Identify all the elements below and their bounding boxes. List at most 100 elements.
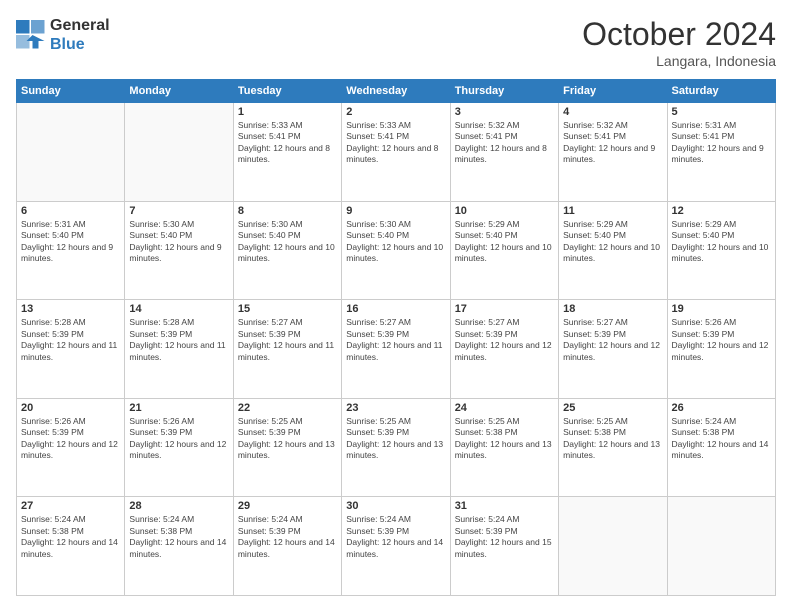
weekday-header-row: SundayMondayTuesdayWednesdayThursdayFrid… xyxy=(17,80,776,103)
calendar-cell: 22 Sunrise: 5:25 AM Sunset: 5:39 PM Dayli… xyxy=(233,398,341,497)
day-info: Sunrise: 5:28 AM Sunset: 5:39 PM Dayligh… xyxy=(21,317,120,363)
calendar-week-4: 20 Sunrise: 5:26 AM Sunset: 5:39 PM Dayli… xyxy=(17,398,776,497)
weekday-header-sunday: Sunday xyxy=(17,80,125,103)
day-number: 27 xyxy=(21,500,120,512)
day-number: 3 xyxy=(455,106,554,118)
day-number: 1 xyxy=(238,106,337,118)
day-info: Sunrise: 5:33 AM Sunset: 5:41 PM Dayligh… xyxy=(238,120,337,166)
logo-icon xyxy=(16,20,46,50)
day-info: Sunrise: 5:33 AM Sunset: 5:41 PM Dayligh… xyxy=(346,120,445,166)
day-info: Sunrise: 5:30 AM Sunset: 5:40 PM Dayligh… xyxy=(346,219,445,265)
day-number: 22 xyxy=(238,402,337,414)
day-info: Sunrise: 5:27 AM Sunset: 5:39 PM Dayligh… xyxy=(563,317,662,363)
month-title: October 2024 xyxy=(582,16,776,53)
calendar-cell: 17 Sunrise: 5:27 AM Sunset: 5:39 PM Dayli… xyxy=(450,300,558,399)
day-info: Sunrise: 5:32 AM Sunset: 5:41 PM Dayligh… xyxy=(455,120,554,166)
day-info: Sunrise: 5:29 AM Sunset: 5:40 PM Dayligh… xyxy=(455,219,554,265)
calendar-cell: 11Sunrise: 5:29 AM Sunset: 5:40 PM Dayli… xyxy=(559,201,667,300)
calendar-cell: 26Sunrise: 5:24 AM Sunset: 5:38 PM Dayli… xyxy=(667,398,775,497)
calendar-cell: 13Sunrise: 5:28 AM Sunset: 5:39 PM Dayli… xyxy=(17,300,125,399)
day-info: Sunrise: 5:28 AM Sunset: 5:39 PM Dayligh… xyxy=(129,317,228,363)
calendar-cell: 21Sunrise: 5:26 AM Sunset: 5:39 PM Dayli… xyxy=(125,398,233,497)
calendar: SundayMondayTuesdayWednesdayThursdayFrid… xyxy=(16,79,776,596)
day-number: 11 xyxy=(563,205,662,217)
day-number: 12 xyxy=(672,205,771,217)
title-block: October 2024 Langara, Indonesia xyxy=(582,16,776,69)
day-info: Sunrise: 5:27 AM Sunset: 5:39 PM Dayligh… xyxy=(455,317,554,363)
calendar-cell: 16 Sunrise: 5:27 AM Sunset: 5:39 PM Dayli… xyxy=(342,300,450,399)
calendar-cell: 25Sunrise: 5:25 AM Sunset: 5:38 PM Dayli… xyxy=(559,398,667,497)
calendar-cell xyxy=(667,497,775,596)
day-number: 29 xyxy=(238,500,337,512)
calendar-cell: 14 Sunrise: 5:28 AM Sunset: 5:39 PM Dayli… xyxy=(125,300,233,399)
day-info: Sunrise: 5:24 AM Sunset: 5:39 PM Dayligh… xyxy=(346,514,445,560)
calendar-cell: 19 Sunrise: 5:26 AM Sunset: 5:39 PM Dayli… xyxy=(667,300,775,399)
day-info: Sunrise: 5:25 AM Sunset: 5:38 PM Dayligh… xyxy=(563,416,662,462)
calendar-cell: 3 Sunrise: 5:32 AM Sunset: 5:41 PM Daylig… xyxy=(450,103,558,202)
calendar-cell: 1 Sunrise: 5:33 AM Sunset: 5:41 PM Daylig… xyxy=(233,103,341,202)
logo-text: General Blue xyxy=(50,16,110,54)
day-info: Sunrise: 5:25 AM Sunset: 5:39 PM Dayligh… xyxy=(238,416,337,462)
page: General Blue October 2024 Langara, Indon… xyxy=(0,0,792,612)
day-info: Sunrise: 5:24 AM Sunset: 5:38 PM Dayligh… xyxy=(129,514,228,560)
day-number: 7 xyxy=(129,205,228,217)
day-number: 4 xyxy=(563,106,662,118)
day-number: 17 xyxy=(455,303,554,315)
calendar-cell: 18 Sunrise: 5:27 AM Sunset: 5:39 PM Dayli… xyxy=(559,300,667,399)
day-info: Sunrise: 5:26 AM Sunset: 5:39 PM Dayligh… xyxy=(21,416,120,462)
day-number: 23 xyxy=(346,402,445,414)
weekday-header-thursday: Thursday xyxy=(450,80,558,103)
day-info: Sunrise: 5:30 AM Sunset: 5:40 PM Dayligh… xyxy=(129,219,228,265)
day-info: Sunrise: 5:31 AM Sunset: 5:41 PM Dayligh… xyxy=(672,120,771,166)
day-number: 24 xyxy=(455,402,554,414)
day-number: 18 xyxy=(563,303,662,315)
calendar-cell xyxy=(125,103,233,202)
logo-line1: General xyxy=(50,16,110,35)
day-info: Sunrise: 5:26 AM Sunset: 5:39 PM Dayligh… xyxy=(672,317,771,363)
day-number: 31 xyxy=(455,500,554,512)
calendar-cell: 5 Sunrise: 5:31 AM Sunset: 5:41 PM Daylig… xyxy=(667,103,775,202)
day-number: 8 xyxy=(238,205,337,217)
calendar-cell: 6 Sunrise: 5:31 AM Sunset: 5:40 PM Daylig… xyxy=(17,201,125,300)
calendar-cell: 12Sunrise: 5:29 AM Sunset: 5:40 PM Dayli… xyxy=(667,201,775,300)
calendar-cell: 30 Sunrise: 5:24 AM Sunset: 5:39 PM Dayli… xyxy=(342,497,450,596)
calendar-cell: 29Sunrise: 5:24 AM Sunset: 5:39 PM Dayli… xyxy=(233,497,341,596)
calendar-cell: 23 Sunrise: 5:25 AM Sunset: 5:39 PM Dayli… xyxy=(342,398,450,497)
day-number: 9 xyxy=(346,205,445,217)
calendar-week-5: 27 Sunrise: 5:24 AM Sunset: 5:38 PM Dayli… xyxy=(17,497,776,596)
day-info: Sunrise: 5:27 AM Sunset: 5:39 PM Dayligh… xyxy=(346,317,445,363)
calendar-cell: 9 Sunrise: 5:30 AM Sunset: 5:40 PM Daylig… xyxy=(342,201,450,300)
day-info: Sunrise: 5:25 AM Sunset: 5:38 PM Dayligh… xyxy=(455,416,554,462)
logo: General Blue xyxy=(16,16,110,54)
day-number: 14 xyxy=(129,303,228,315)
weekday-header-tuesday: Tuesday xyxy=(233,80,341,103)
calendar-week-3: 13Sunrise: 5:28 AM Sunset: 5:39 PM Dayli… xyxy=(17,300,776,399)
calendar-cell: 15Sunrise: 5:27 AM Sunset: 5:39 PM Dayli… xyxy=(233,300,341,399)
day-number: 6 xyxy=(21,205,120,217)
day-info: Sunrise: 5:24 AM Sunset: 5:39 PM Dayligh… xyxy=(455,514,554,560)
day-info: Sunrise: 5:25 AM Sunset: 5:39 PM Dayligh… xyxy=(346,416,445,462)
calendar-cell xyxy=(559,497,667,596)
calendar-cell: 4 Sunrise: 5:32 AM Sunset: 5:41 PM Daylig… xyxy=(559,103,667,202)
location: Langara, Indonesia xyxy=(582,53,776,69)
day-info: Sunrise: 5:31 AM Sunset: 5:40 PM Dayligh… xyxy=(21,219,120,265)
day-number: 16 xyxy=(346,303,445,315)
calendar-cell: 8 Sunrise: 5:30 AM Sunset: 5:40 PM Daylig… xyxy=(233,201,341,300)
day-number: 5 xyxy=(672,106,771,118)
logo-line2: Blue xyxy=(50,35,110,54)
calendar-week-2: 6 Sunrise: 5:31 AM Sunset: 5:40 PM Daylig… xyxy=(17,201,776,300)
day-info: Sunrise: 5:30 AM Sunset: 5:40 PM Dayligh… xyxy=(238,219,337,265)
day-info: Sunrise: 5:27 AM Sunset: 5:39 PM Dayligh… xyxy=(238,317,337,363)
calendar-cell: 10 Sunrise: 5:29 AM Sunset: 5:40 PM Dayli… xyxy=(450,201,558,300)
day-info: Sunrise: 5:32 AM Sunset: 5:41 PM Dayligh… xyxy=(563,120,662,166)
day-number: 30 xyxy=(346,500,445,512)
day-number: 10 xyxy=(455,205,554,217)
day-number: 26 xyxy=(672,402,771,414)
weekday-header-saturday: Saturday xyxy=(667,80,775,103)
weekday-header-wednesday: Wednesday xyxy=(342,80,450,103)
day-number: 19 xyxy=(672,303,771,315)
day-number: 20 xyxy=(21,402,120,414)
calendar-cell: 20 Sunrise: 5:26 AM Sunset: 5:39 PM Dayli… xyxy=(17,398,125,497)
day-info: Sunrise: 5:26 AM Sunset: 5:39 PM Dayligh… xyxy=(129,416,228,462)
day-number: 2 xyxy=(346,106,445,118)
